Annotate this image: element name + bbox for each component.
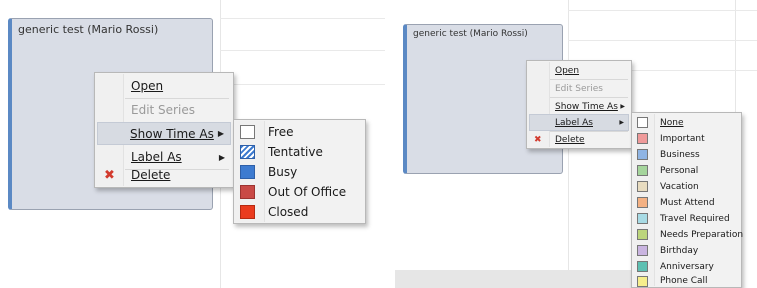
menu-item-open[interactable]: Open bbox=[529, 63, 629, 79]
submenu-item-label: Out Of Office bbox=[268, 185, 347, 199]
submenu-item-free[interactable]: Free bbox=[236, 122, 363, 142]
must-attend-label-swatch-icon bbox=[637, 197, 648, 208]
appointment-title: generic test (Mario Rossi) bbox=[18, 23, 159, 36]
menu-item-label: Edit Series bbox=[131, 103, 195, 117]
closed-swatch-icon bbox=[240, 205, 255, 219]
menu-item-label: Open bbox=[131, 79, 164, 93]
submenu-item-label: Closed bbox=[268, 205, 309, 219]
phone-call-label-swatch-icon bbox=[637, 276, 648, 287]
submenu-arrow-icon: ▶ bbox=[218, 152, 225, 162]
important-label-swatch-icon bbox=[637, 133, 648, 144]
submenu-arrow-icon: ▶ bbox=[619, 119, 624, 126]
label-item-text: Vacation bbox=[660, 181, 699, 192]
none-label-swatch-icon bbox=[637, 117, 648, 128]
label-item-birthday[interactable]: Birthday bbox=[634, 243, 739, 258]
needs-preparation-label-swatch-icon bbox=[637, 229, 648, 240]
menu-item-label: Show Time As bbox=[555, 101, 618, 112]
menu-item-label: Show Time As bbox=[130, 126, 214, 141]
label-item-text: Important bbox=[660, 133, 705, 144]
label-item-text: Phone Call bbox=[660, 276, 708, 286]
label-item-text: None bbox=[660, 117, 684, 128]
menu-item-show-time-as[interactable]: Show Time As ▶ bbox=[97, 122, 231, 145]
show-time-as-submenu: Free Tentative Busy Out Of Office Closed bbox=[233, 119, 366, 224]
menu-item-label-as[interactable]: Label As ▶ bbox=[529, 114, 629, 131]
label-item-personal[interactable]: Personal bbox=[634, 163, 739, 178]
birthday-label-swatch-icon bbox=[637, 245, 648, 256]
label-item-text: Anniversary bbox=[660, 261, 714, 272]
menu-item-label: Label As bbox=[555, 117, 593, 128]
anniversary-label-swatch-icon bbox=[637, 261, 648, 272]
delete-x-icon: ✖ bbox=[104, 167, 115, 183]
menu-item-delete[interactable]: ✖ Delete bbox=[97, 164, 231, 186]
appointment-title: generic test (Mario Rossi) bbox=[413, 29, 528, 39]
travel-required-label-swatch-icon bbox=[637, 213, 648, 224]
menu-item-label: Edit Series bbox=[555, 83, 603, 94]
right-calendar-panel: generic test (Mario Rossi) Open Edit Ser… bbox=[395, 0, 757, 288]
label-item-anniversary[interactable]: Anniversary bbox=[634, 259, 739, 274]
submenu-item-out-of-office[interactable]: Out Of Office bbox=[236, 182, 363, 202]
label-item-text: Travel Required bbox=[660, 213, 730, 224]
label-item-text: Business bbox=[660, 149, 700, 160]
grid-line bbox=[568, 10, 757, 11]
menu-item-edit-series[interactable]: Edit Series bbox=[97, 99, 231, 121]
personal-label-swatch-icon bbox=[637, 165, 648, 176]
menu-item-show-time-as[interactable]: Show Time As ▶ bbox=[529, 98, 629, 115]
free-swatch-icon bbox=[240, 125, 255, 139]
label-item-important[interactable]: Important bbox=[634, 131, 739, 146]
bottom-grey-strip bbox=[395, 270, 635, 288]
menu-item-label: Delete bbox=[555, 134, 585, 145]
business-label-swatch-icon bbox=[637, 149, 648, 160]
submenu-item-label: Free bbox=[268, 125, 294, 139]
vacation-label-swatch-icon bbox=[637, 181, 648, 192]
delete-x-icon: ✖ bbox=[534, 134, 542, 145]
appointment-context-menu: Open Edit Series Show Time As ▶ Label As… bbox=[526, 60, 632, 149]
grid-line bbox=[220, 84, 385, 85]
submenu-item-tentative[interactable]: Tentative bbox=[236, 142, 363, 162]
submenu-item-label: Tentative bbox=[268, 145, 323, 159]
label-item-phone-call[interactable]: Phone Call bbox=[634, 274, 739, 288]
busy-swatch-icon bbox=[240, 165, 255, 179]
label-item-text: Needs Preparation bbox=[660, 229, 744, 240]
grid-line bbox=[568, 40, 757, 41]
label-item-text: Birthday bbox=[660, 245, 699, 256]
submenu-item-closed[interactable]: Closed bbox=[236, 202, 363, 222]
submenu-item-busy[interactable]: Busy bbox=[236, 162, 363, 182]
label-item-text: Personal bbox=[660, 165, 699, 176]
grid-line bbox=[220, 50, 385, 51]
menu-item-open[interactable]: Open bbox=[97, 75, 231, 97]
label-item-must-attend[interactable]: Must Attend bbox=[634, 195, 739, 210]
label-item-business[interactable]: Business bbox=[634, 147, 739, 162]
label-as-submenu: None Important Business Personal Vacatio… bbox=[631, 112, 743, 288]
out-of-office-swatch-icon bbox=[240, 185, 255, 199]
submenu-arrow-icon: ▶ bbox=[217, 129, 224, 138]
tentative-swatch-icon bbox=[240, 145, 255, 159]
menu-item-label: Delete bbox=[131, 168, 171, 182]
label-item-vacation[interactable]: Vacation bbox=[634, 179, 739, 194]
menu-item-delete[interactable]: ✖ Delete bbox=[529, 131, 629, 148]
label-item-travel-required[interactable]: Travel Required bbox=[634, 211, 739, 226]
label-item-none[interactable]: None bbox=[634, 115, 739, 130]
menu-item-label: Label As bbox=[131, 150, 182, 164]
menu-item-edit-series[interactable]: Edit Series bbox=[529, 80, 629, 97]
appointment-context-menu: Open Edit Series Show Time As ▶ Label As… bbox=[94, 72, 234, 188]
left-calendar-panel: generic test (Mario Rossi) Open Edit Ser… bbox=[0, 0, 385, 288]
label-item-text: Must Attend bbox=[660, 197, 715, 208]
submenu-item-label: Busy bbox=[268, 165, 298, 179]
label-item-needs-preparation[interactable]: Needs Preparation bbox=[634, 227, 743, 242]
menu-item-label: Open bbox=[555, 66, 580, 76]
grid-line bbox=[220, 18, 385, 19]
submenu-arrow-icon: ▶ bbox=[620, 103, 625, 110]
